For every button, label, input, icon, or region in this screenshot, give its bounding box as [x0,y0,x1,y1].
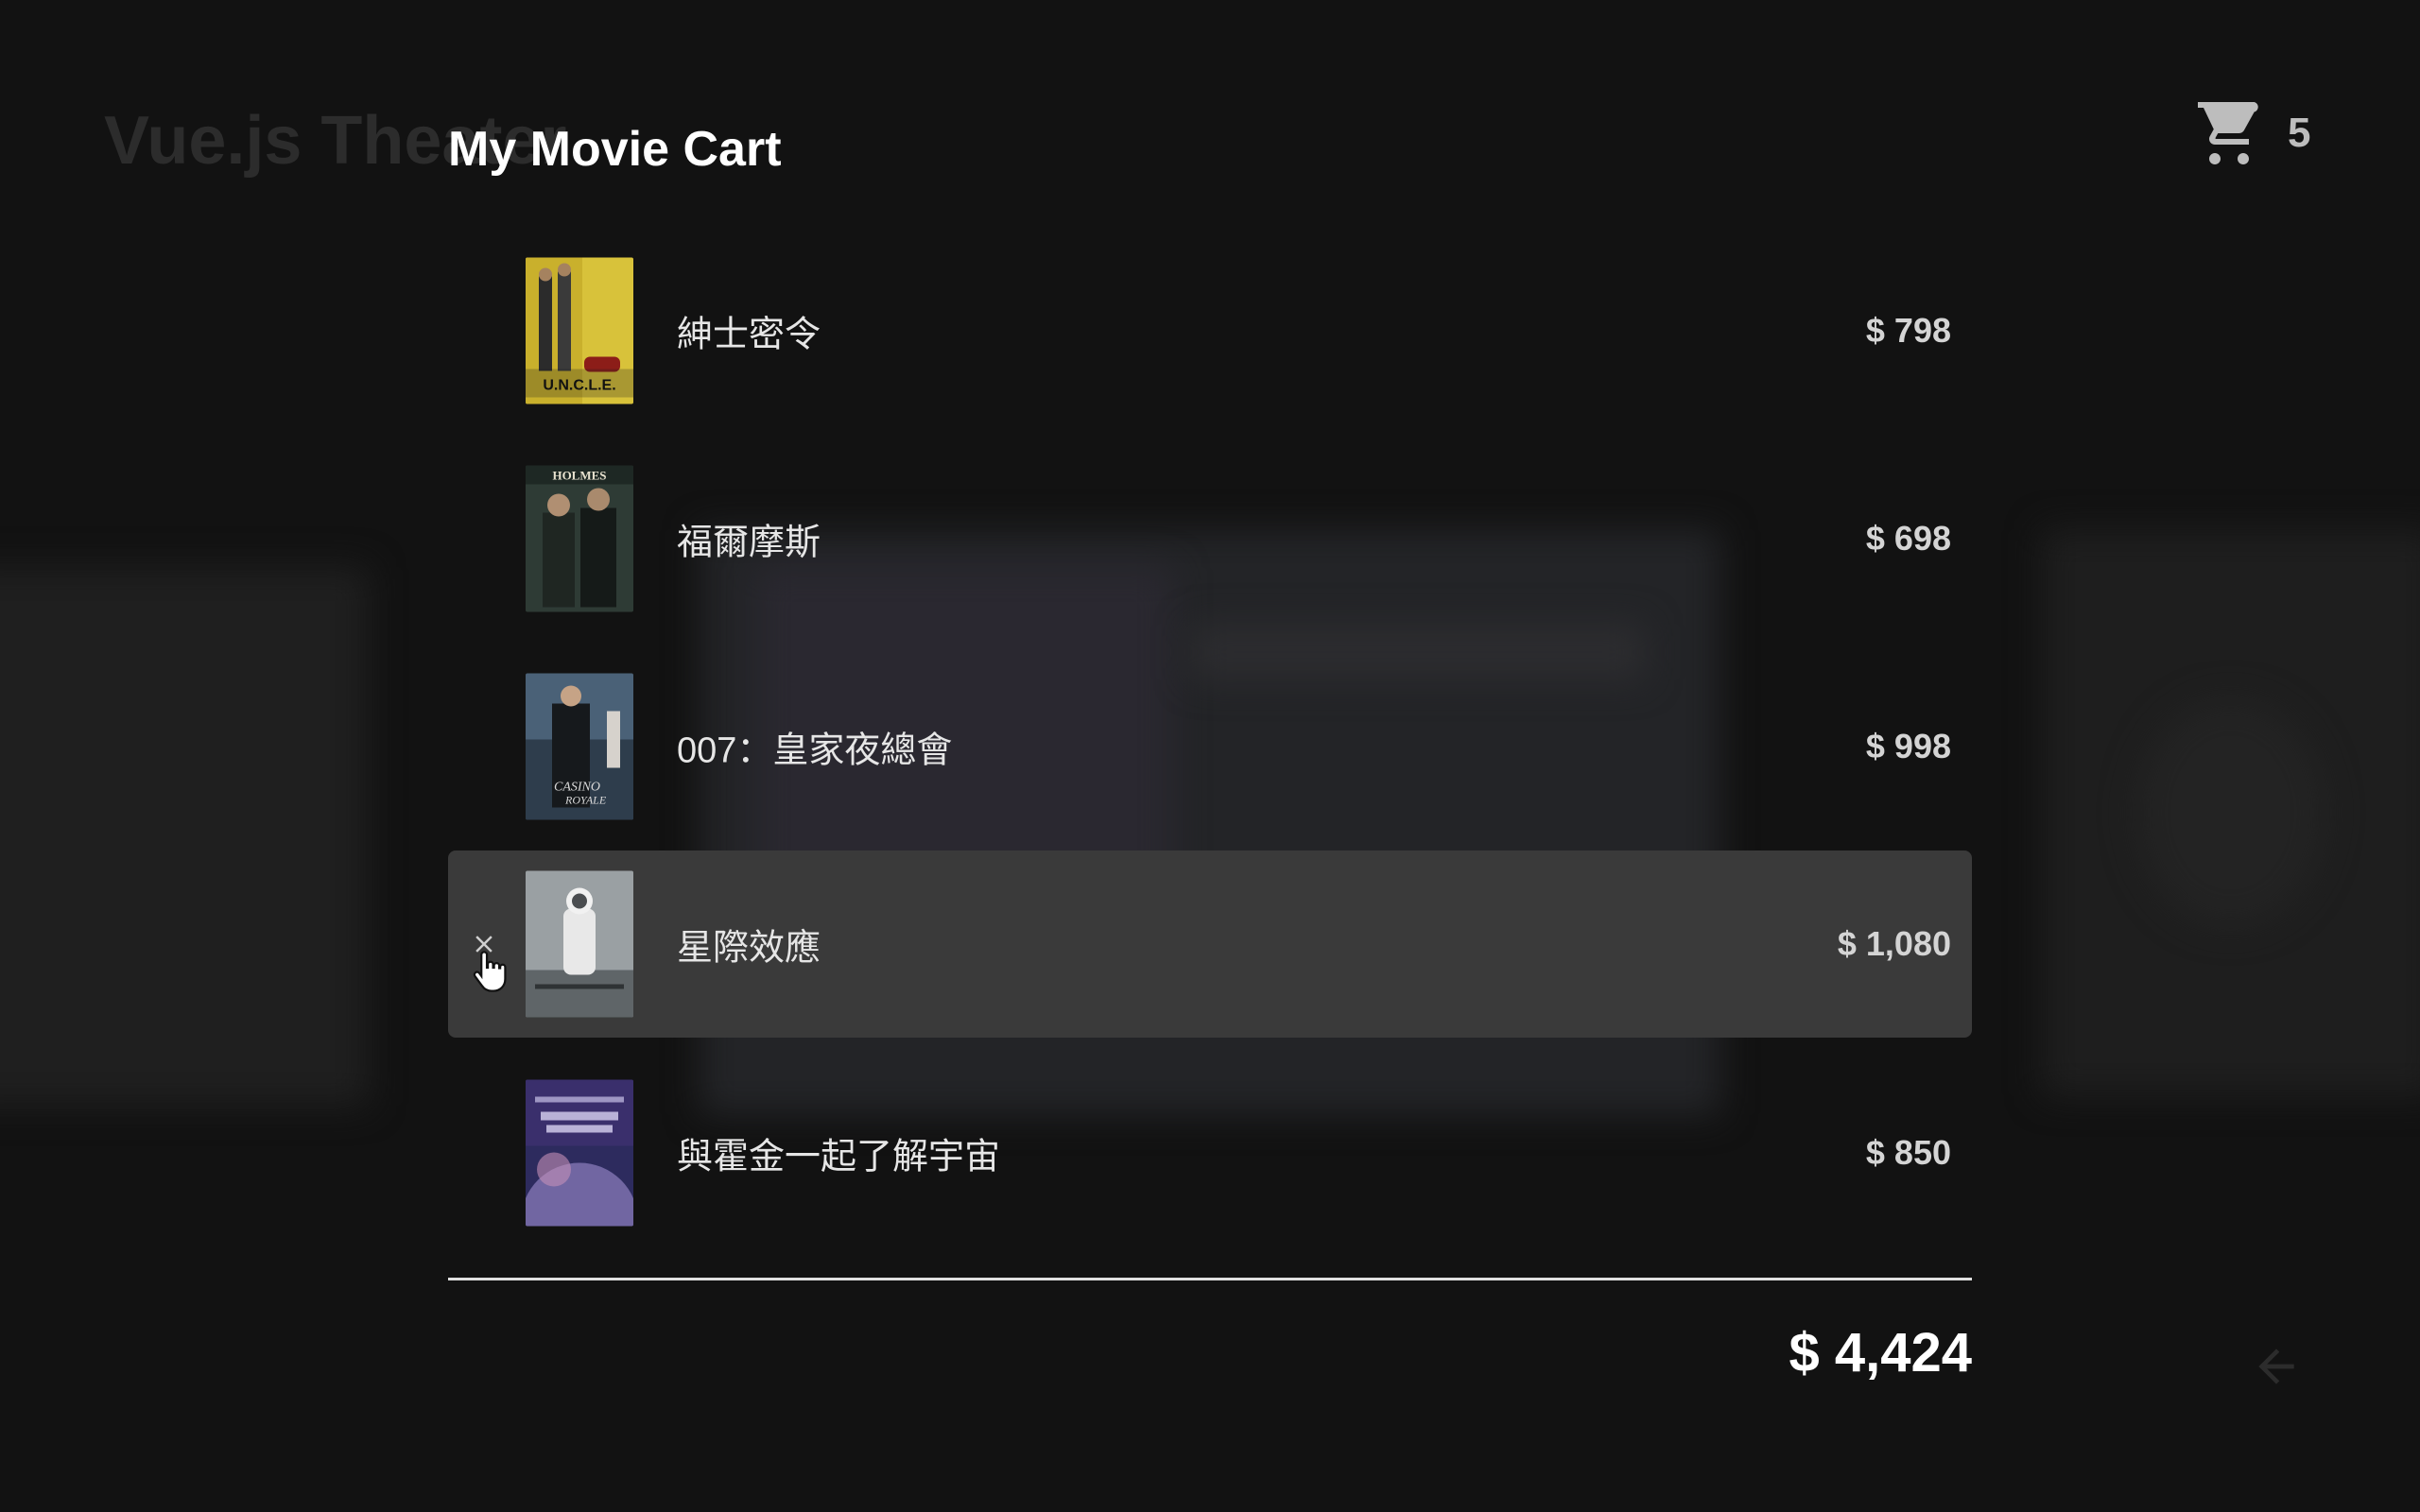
arrow-left-icon[interactable] [2250,1340,2303,1393]
item-price: $ 998 [1865,727,1951,765]
svg-text:HOLMES: HOLMES [552,469,606,483]
svg-text:CASINO: CASINO [554,781,600,795]
item-price: $ 1,080 [1837,924,1951,963]
svg-text:ROYALE: ROYALE [564,794,607,807]
movie-poster-casino-royale: CASINO ROYALE [526,673,633,820]
cart-item[interactable]: HOLMES 福爾摩斯 $ 698 [448,435,1972,643]
svg-text:U.N.C.L.E.: U.N.C.L.E. [543,378,615,394]
background-movie-card [0,567,369,1106]
movie-poster-interstellar [526,870,633,1018]
hand-cursor-icon [473,951,507,992]
cart-divider [448,1278,1972,1280]
movie-poster-holmes: HOLMES [526,465,633,612]
movie-poster-uncle: U.N.C.L.E. [526,257,633,404]
item-title: 星際效應 [677,928,821,969]
cart-title: My Movie Cart [448,122,782,177]
cart-total: $ 4,424 [1789,1322,1972,1383]
cart-item[interactable]: CASINO ROYALE 007：皇家夜總會 $ 998 [448,643,1972,850]
item-price: $ 798 [1865,311,1951,350]
movie-poster-hawking [526,1079,633,1227]
item-price: $ 698 [1865,519,1951,558]
item-price: $ 850 [1865,1133,1951,1172]
cart-item[interactable]: U.N.C.L.E. 紳士密令 $ 798 [448,227,1972,435]
cart-item[interactable]: 星際效應 $ 1,080 [448,850,1972,1038]
cart-button[interactable]: 5 [2195,102,2310,164]
cart-list: U.N.C.L.E. 紳士密令 $ 798 HOLMES 福爾摩斯 $ 698 [448,227,1972,1257]
cart-count: 5 [2288,110,2311,156]
item-title: 福爾摩斯 [677,523,821,563]
background-movie-art [2136,699,2325,926]
item-title: 與霍金一起了解宇宙 [677,1137,1001,1177]
cart-item[interactable]: 與霍金一起了解宇宙 $ 850 [448,1049,1972,1257]
item-title: 紳士密令 [677,315,821,355]
item-title: 007：皇家夜總會 [677,730,953,771]
shopping-cart-icon [2198,102,2258,164]
